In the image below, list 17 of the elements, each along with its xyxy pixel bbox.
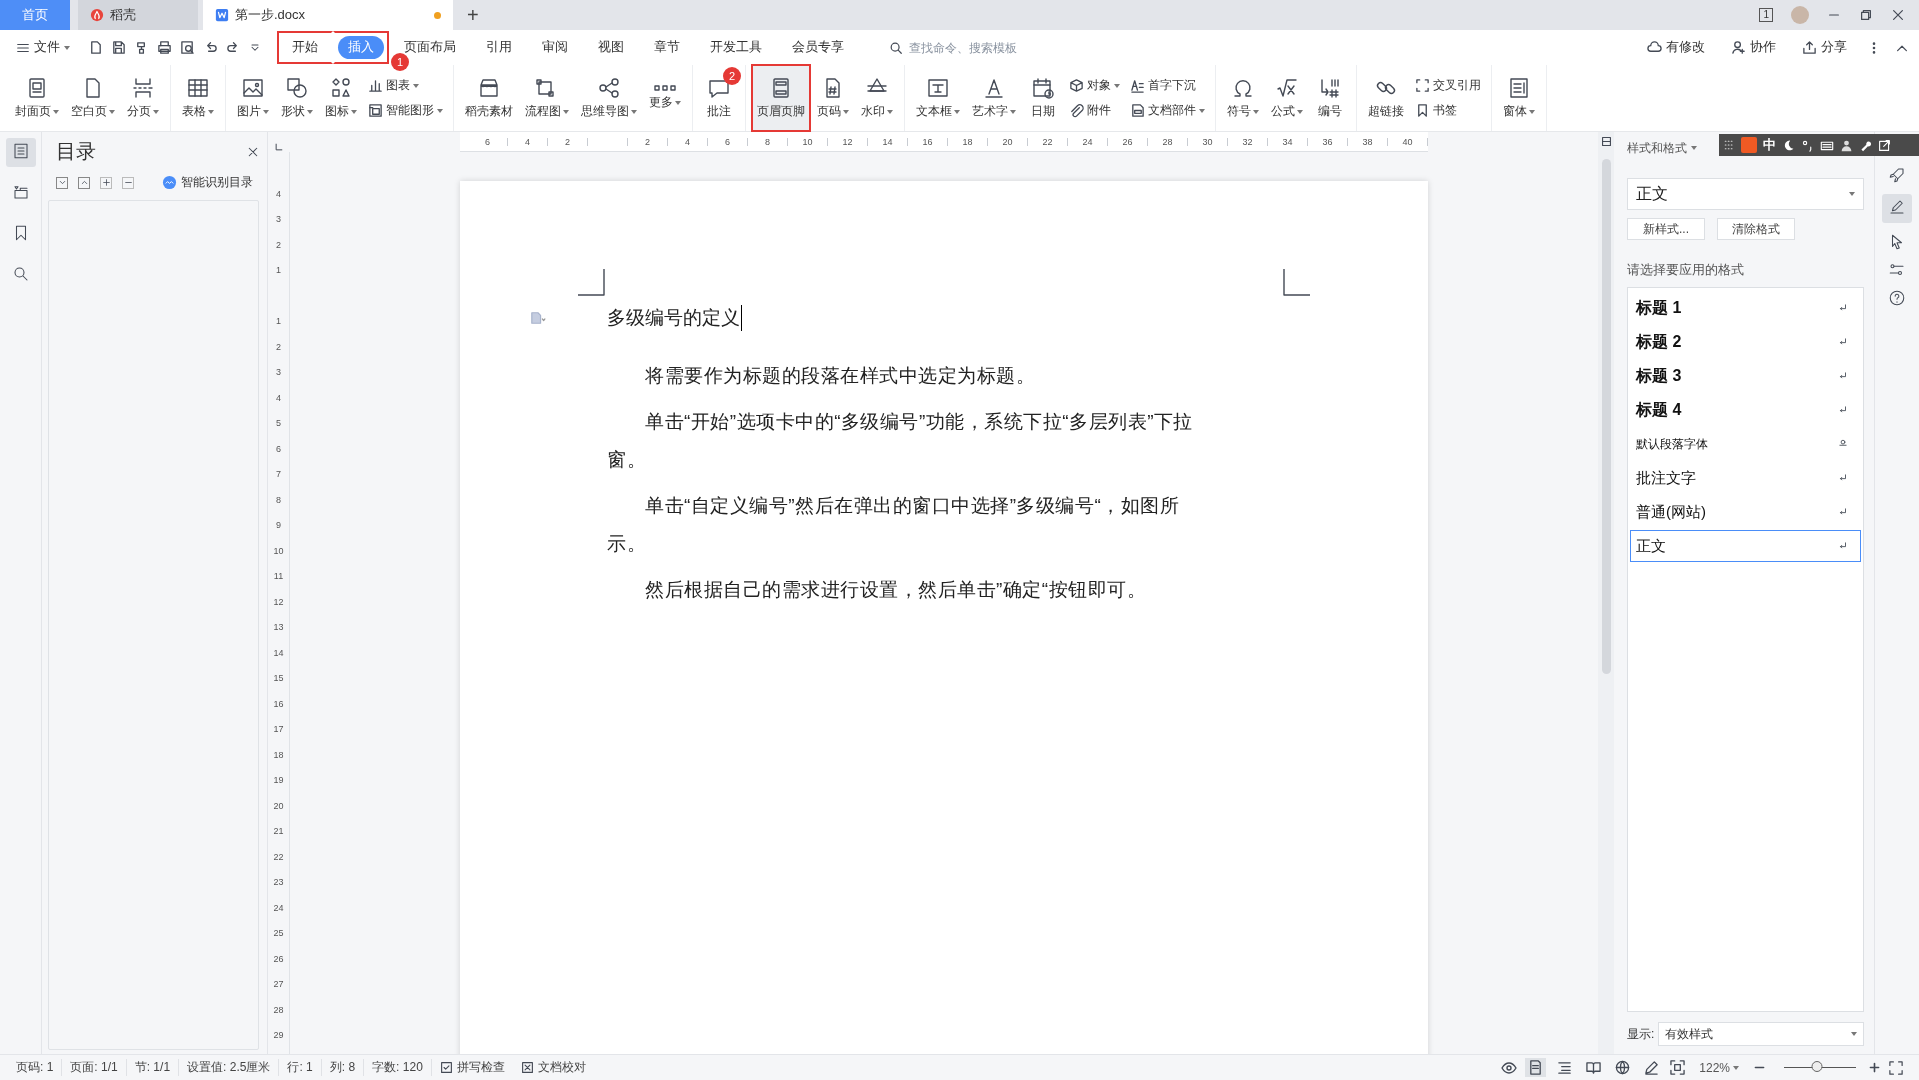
status-text: 设置值: 2.5厘米 bbox=[179, 1059, 280, 1076]
body-paragraph: 将需要作为标题的段落在样式中选定为标题。 bbox=[644, 364, 1036, 388]
body-paragraph: 单击“自定义编号”然后在弹出的窗口中选择”多级编号“，如图所示。 bbox=[607, 494, 1181, 556]
body-paragraph: 单击“开始”选项卡中的“多级编号”功能，系统下拉“多层列表”下拉窗。 bbox=[607, 410, 1194, 472]
status-text: 行: 1 bbox=[279, 1059, 322, 1076]
status-text: 列: 8 bbox=[321, 1059, 365, 1076]
step-badge: 2 bbox=[723, 67, 741, 85]
status-text: 页码: 1 bbox=[8, 1059, 63, 1076]
step-badge: 1 bbox=[391, 53, 409, 71]
status-text: 字数: 120 bbox=[364, 1059, 432, 1076]
document-heading: 多级编号的定义 bbox=[607, 305, 742, 331]
section-label: 请选择要应用的格式 bbox=[1627, 262, 1745, 279]
panel-title: 目录 bbox=[56, 139, 96, 164]
field-label: 显示: bbox=[1627, 1025, 1655, 1043]
status-text: 页面: 1/1 bbox=[62, 1059, 127, 1076]
status-text: 节: 1/1 bbox=[126, 1059, 180, 1076]
body-paragraph: 然后根据自己的需求进行设置，然后单击”确定“按钮即可。 bbox=[644, 578, 1148, 602]
